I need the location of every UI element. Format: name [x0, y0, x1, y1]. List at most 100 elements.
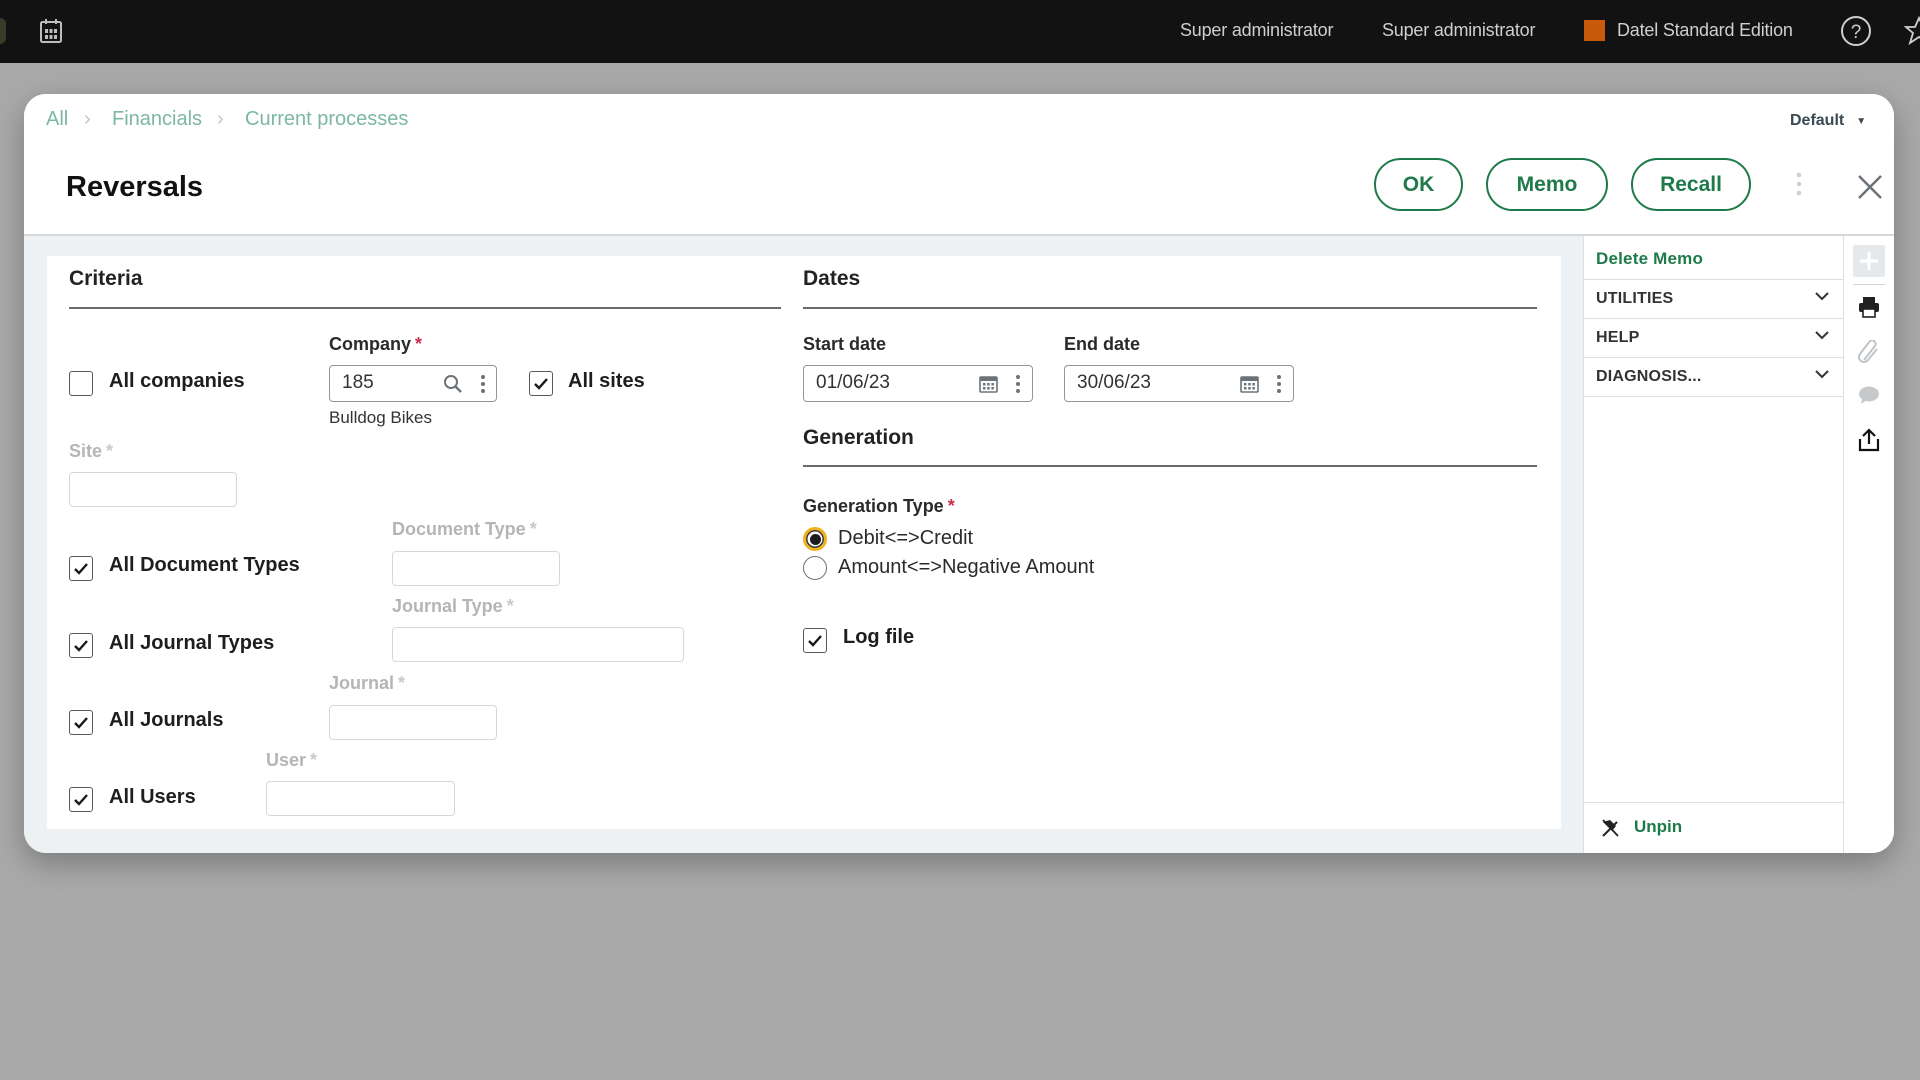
end-date-more-icon[interactable]: [1276, 374, 1282, 399]
company-label: Company *: [329, 334, 423, 354]
star-icon[interactable]: [1903, 15, 1920, 46]
recall-button[interactable]: Recall: [1631, 158, 1751, 211]
all-journals-checkbox[interactable]: [69, 710, 93, 735]
breadcrumb: All › Financials › Current processes: [24, 94, 624, 134]
unpin-button[interactable]: Unpin: [1584, 802, 1844, 853]
all-journal-types-label: All Journal Types: [109, 632, 275, 654]
form-panel: Criteria All companies Company* Bulldog …: [47, 256, 1561, 829]
delete-memo-link[interactable]: Delete Memo: [1584, 236, 1844, 280]
all-users-checkbox[interactable]: [69, 787, 93, 812]
all-journals-label: All Journals: [109, 709, 224, 731]
menu-edge-icon[interactable]: [0, 18, 6, 44]
plus-icon[interactable]: [1853, 245, 1885, 277]
edition-name[interactable]: Datel Standard Edition: [1617, 20, 1793, 41]
radio-selected-dot: [809, 533, 821, 545]
site-field[interactable]: [69, 472, 237, 507]
criteria-divider: [69, 307, 781, 309]
amount-negative-radio[interactable]: [803, 556, 827, 580]
unpin-label: Unpin: [1634, 817, 1683, 836]
memo-button[interactable]: Memo: [1486, 158, 1608, 211]
all-sites-label: All sites: [568, 370, 645, 392]
all-users-label: All Users: [109, 786, 196, 808]
breadcrumb-current-processes[interactable]: Current processes: [245, 108, 408, 131]
checkmark-icon: [74, 562, 88, 575]
chevron-down-icon: [1814, 327, 1830, 348]
calendar-picker-icon[interactable]: [1240, 374, 1259, 398]
start-date-label: Start date: [803, 334, 887, 354]
company-more-icon[interactable]: [480, 374, 486, 399]
user-field[interactable]: [266, 781, 455, 816]
breadcrumb-all[interactable]: All: [46, 108, 68, 131]
all-companies-checkbox[interactable]: [69, 371, 93, 396]
form-area: Criteria All companies Company* Bulldog …: [24, 236, 1583, 853]
all-document-types-label: All Document Types: [109, 554, 300, 576]
chevron-down-icon: [1814, 288, 1830, 309]
utilities-section[interactable]: UTILITIES: [1584, 280, 1844, 319]
unpin-icon: [1600, 818, 1620, 843]
top-bar: Super administrator Super administrator …: [0, 0, 1920, 63]
icon-divider: [1853, 284, 1885, 285]
calendar-icon[interactable]: [40, 19, 62, 43]
breadcrumb-financials[interactable]: Financials: [112, 108, 202, 131]
view-selector-value: Default: [1790, 112, 1845, 129]
icon-column: [1844, 236, 1894, 853]
start-date-input[interactable]: [816, 372, 966, 394]
generation-type-label: Generation Type *: [803, 496, 955, 516]
user-role[interactable]: Super administrator: [1382, 20, 1535, 41]
journal-type-field[interactable]: [392, 627, 684, 662]
start-date-more-icon[interactable]: [1015, 374, 1021, 399]
calendar-picker-icon[interactable]: [979, 374, 998, 398]
amount-negative-label[interactable]: Amount<=>Negative Amount: [838, 556, 1094, 579]
generation-heading: Generation: [803, 426, 914, 449]
company-description: Bulldog Bikes: [329, 408, 433, 427]
debit-credit-radio[interactable]: [803, 527, 827, 551]
chevron-down-icon: [1814, 366, 1830, 387]
breadcrumb-separator: ›: [217, 108, 224, 130]
journal-label: Journal *: [329, 673, 406, 693]
company-input[interactable]: [342, 372, 432, 394]
caret-down-icon: ▼: [1856, 115, 1867, 127]
dates-heading: Dates: [803, 267, 861, 290]
help-icon[interactable]: ?: [1840, 15, 1872, 47]
diagnosis-section[interactable]: DIAGNOSIS...: [1584, 358, 1844, 397]
journal-type-label: Journal Type *: [392, 596, 514, 616]
document-type-label: Document Type *: [392, 519, 537, 539]
attachment-icon[interactable]: [1858, 339, 1880, 369]
all-journal-types-checkbox[interactable]: [69, 633, 93, 658]
print-icon[interactable]: [1858, 296, 1880, 323]
checkmark-icon: [74, 639, 88, 652]
end-date-field[interactable]: [1064, 365, 1294, 402]
view-selector[interactable]: Default ▼: [1790, 112, 1866, 130]
user-name[interactable]: Super administrator: [1180, 20, 1333, 41]
log-file-label: Log file: [843, 626, 915, 648]
all-sites-checkbox[interactable]: [529, 371, 553, 396]
dates-divider: [803, 307, 1537, 309]
checkmark-icon: [534, 377, 548, 390]
checkmark-icon: [808, 634, 822, 647]
start-date-field[interactable]: [803, 365, 1033, 402]
all-document-types-checkbox[interactable]: [69, 556, 93, 581]
end-date-label: End date: [1064, 334, 1141, 354]
export-icon[interactable]: [1858, 428, 1880, 457]
debit-credit-label[interactable]: Debit<=>Credit: [838, 527, 973, 550]
company-field[interactable]: [329, 365, 497, 402]
journal-field[interactable]: [329, 705, 497, 740]
site-label: Site *: [69, 441, 114, 461]
reversals-dialog: All › Financials › Current processes Def…: [24, 94, 1894, 853]
page-title: Reversals: [66, 171, 204, 203]
document-type-field[interactable]: [392, 551, 560, 586]
criteria-heading: Criteria: [69, 267, 143, 290]
delete-memo-label: Delete Memo: [1596, 249, 1704, 268]
actions-sidebar: Delete Memo UTILITIES HELP DIAGNOSIS... …: [1583, 236, 1844, 853]
end-date-input[interactable]: [1077, 372, 1227, 394]
comment-icon[interactable]: [1858, 385, 1880, 410]
log-file-checkbox[interactable]: [803, 628, 827, 653]
help-section[interactable]: HELP: [1584, 319, 1844, 358]
close-icon[interactable]: [1857, 174, 1883, 200]
more-actions-icon[interactable]: [1796, 172, 1802, 196]
search-icon[interactable]: [443, 374, 463, 399]
generation-divider: [803, 465, 1537, 467]
ok-button[interactable]: OK: [1374, 158, 1463, 211]
utilities-label: UTILITIES: [1596, 290, 1674, 307]
dialog-header: All › Financials › Current processes Def…: [24, 94, 1894, 236]
